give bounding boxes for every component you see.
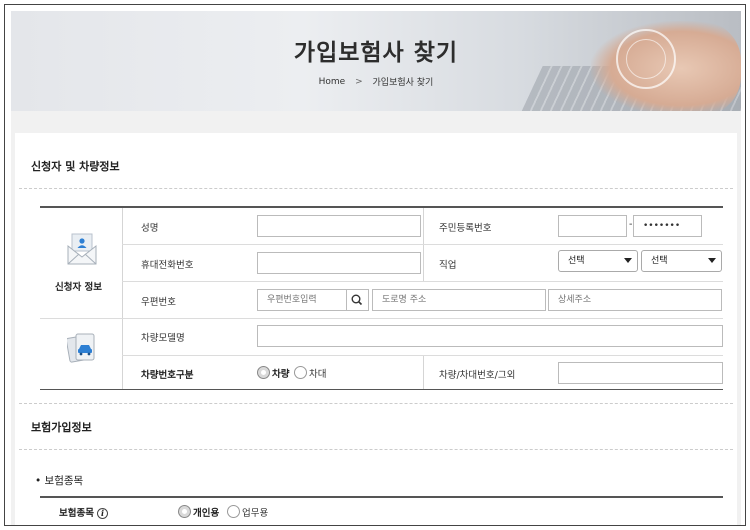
name-input[interactable]	[257, 215, 421, 237]
road-address-input[interactable]	[372, 289, 546, 311]
radio-label: 차대	[309, 369, 327, 380]
phone-label: 휴대전화번호	[141, 260, 194, 271]
insurance-type-label-text: 보험종목	[59, 508, 94, 519]
vehicle-type-car-radio[interactable]: 차량	[257, 365, 293, 381]
chevron-down-icon	[708, 258, 716, 263]
rrn-separator: -	[629, 219, 633, 230]
model-input[interactable]	[257, 325, 723, 347]
page: 가입보험사 찾기 Home > 가입보험사 찾기 신청자 및 차량정보 신청자 …	[11, 11, 741, 525]
radio-label: 개인용	[193, 508, 220, 519]
applicant-section-title: 신청자 및 차량정보	[31, 160, 120, 173]
insurance-business-radio[interactable]: 업무용	[227, 504, 273, 520]
insurance-section-title: 보험가입정보	[31, 421, 92, 434]
breadcrumb-separator: >	[355, 76, 363, 87]
search-icon	[351, 294, 363, 306]
job-select-secondary[interactable]: 선택	[641, 250, 722, 272]
radio-circle	[257, 366, 270, 379]
rrn-front-input[interactable]	[558, 215, 627, 237]
model-label: 차량모델명	[141, 333, 185, 344]
radio-label: 업무용	[242, 508, 269, 519]
job-select-secondary-value: 선택	[651, 256, 668, 266]
zipcode-input[interactable]	[257, 289, 347, 311]
job-select-primary-value: 선택	[568, 256, 585, 266]
zipcode-search-button[interactable]	[347, 289, 369, 311]
vehicle-type-label: 차량번호구분	[141, 370, 194, 381]
radio-label: 차량	[272, 369, 290, 380]
insurance-personal-radio[interactable]: 개인용	[178, 504, 224, 520]
breadcrumb-home[interactable]: Home	[319, 77, 346, 87]
breadcrumb-current: 가입보험사 찾기	[372, 78, 434, 88]
radio-circle	[294, 366, 307, 379]
insurance-table-top-border	[40, 496, 723, 498]
radio-circle	[178, 505, 191, 518]
vehicle-number-input[interactable]	[558, 362, 723, 384]
insurance-type-subtitle: • 보험종목	[35, 475, 84, 487]
vehicle-number-label: 차량/차대번호/그외	[439, 370, 516, 381]
page-title: 가입보험사 찾기	[293, 40, 459, 66]
applicant-info-label: 신청자 정보	[55, 282, 103, 293]
radio-circle	[227, 505, 240, 518]
rrn-back-input[interactable]: •••••••	[633, 215, 702, 237]
detail-address-input[interactable]	[548, 289, 722, 311]
breadcrumb: Home > 가입보험사 찾기	[11, 75, 741, 89]
form-table-top-border	[40, 206, 723, 208]
section-divider	[19, 403, 733, 404]
phone-input[interactable]	[257, 252, 421, 274]
name-label: 성명	[141, 223, 159, 234]
hero-banner: 가입보험사 찾기 Home > 가입보험사 찾기	[11, 11, 741, 111]
section-divider	[19, 188, 733, 189]
info-icon[interactable]: i	[96, 508, 108, 519]
section-divider	[19, 449, 733, 450]
form-table-bottom-border	[40, 389, 723, 390]
vehicle-documents-icon	[65, 331, 97, 365]
window-frame: 가입보험사 찾기 Home > 가입보험사 찾기 신청자 및 차량정보 신청자 …	[4, 4, 746, 526]
job-select-primary[interactable]: 선택	[558, 250, 638, 272]
insurance-type-label: 보험종목 i	[59, 505, 108, 519]
envelope-user-icon	[67, 233, 97, 265]
rrn-label: 주민등록번호	[439, 223, 492, 234]
form-panel: 신청자 및 차량정보 신청자 정보 성명 주민등록번호 - ••••••• 휴대…	[15, 133, 737, 525]
chevron-down-icon	[624, 258, 632, 263]
job-label: 직업	[439, 260, 457, 271]
vehicle-type-chassis-radio[interactable]: 차대	[294, 365, 330, 381]
postal-label: 우편번호	[141, 297, 176, 308]
